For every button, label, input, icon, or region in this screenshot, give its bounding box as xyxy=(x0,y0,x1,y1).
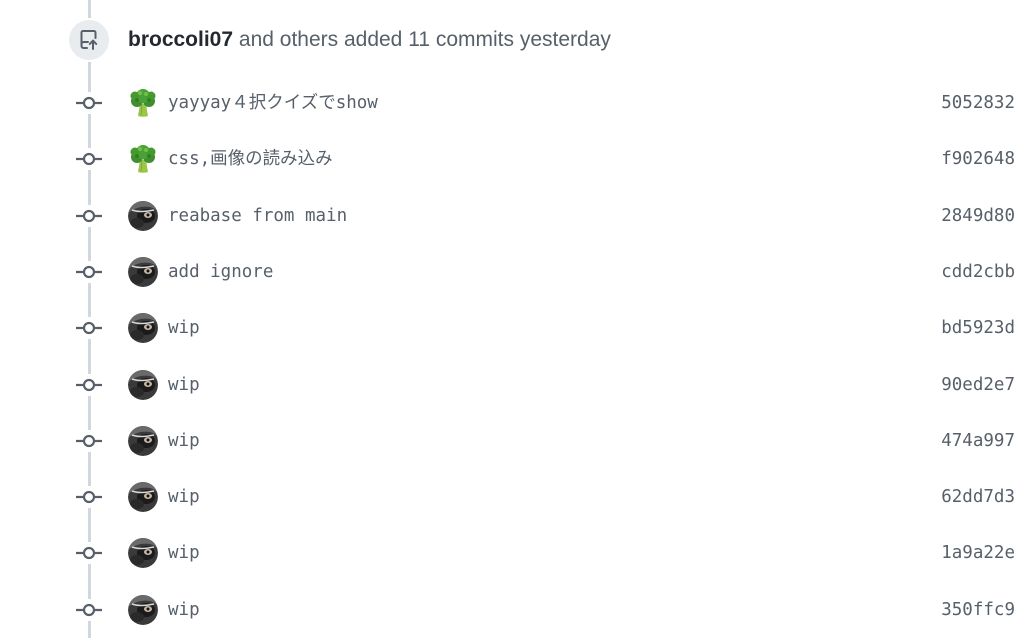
commit-row: wip 62dd7d3 xyxy=(0,477,1031,517)
commit-message-link[interactable]: wip xyxy=(168,599,200,621)
user-avatar[interactable] xyxy=(128,482,158,513)
git-commit-icon xyxy=(75,486,103,509)
commit-row: reabase from main 2849d80 xyxy=(0,196,1031,236)
commit-row: wip bd5923d xyxy=(0,308,1031,348)
git-commit-icon xyxy=(75,148,103,171)
git-commit-icon xyxy=(75,260,103,283)
repo-push-icon xyxy=(67,18,111,62)
push-event-summary: broccoli07 and others added 11 commits y… xyxy=(128,27,611,53)
commit-message-link[interactable]: wip xyxy=(168,374,200,396)
commit-message-link[interactable]: css,画像の読み込み xyxy=(168,148,333,170)
commit-row: wip 350ffc9 xyxy=(0,590,1031,630)
commit-message-link[interactable]: wip xyxy=(168,486,200,508)
git-commit-icon xyxy=(75,598,103,621)
git-commit-icon xyxy=(75,542,103,565)
broccoli-avatar[interactable] xyxy=(128,88,158,118)
commit-message-link[interactable]: wip xyxy=(168,542,200,564)
commit-message-link[interactable]: wip xyxy=(168,430,200,452)
commit-sha-link[interactable]: 90ed2e7 xyxy=(941,374,1015,396)
commit-sha-link[interactable]: cdd2cbb xyxy=(941,261,1015,283)
push-summary-text: and others added 11 commits yesterday xyxy=(238,28,611,51)
commit-sha-link[interactable]: f902648 xyxy=(941,148,1015,170)
commit-sha-link[interactable]: 2849d80 xyxy=(941,205,1015,227)
author-link[interactable]: broccoli07 xyxy=(128,28,233,51)
commit-sha-link[interactable]: 474a997 xyxy=(941,430,1015,452)
user-avatar[interactable] xyxy=(128,200,158,231)
commit-sha-link[interactable]: bd5923d xyxy=(941,317,1015,339)
git-commit-icon xyxy=(75,429,103,452)
commit-message-link[interactable]: add ignore xyxy=(168,261,273,283)
commit-sha-link[interactable]: 62dd7d3 xyxy=(941,486,1015,508)
commit-row: wip 474a997 xyxy=(0,421,1031,461)
commit-sha-link[interactable]: 350ffc9 xyxy=(941,599,1015,621)
git-commit-icon xyxy=(75,204,103,227)
commit-sha-link[interactable]: 5052832 xyxy=(941,92,1015,114)
git-commit-icon xyxy=(75,317,103,340)
commit-message-link[interactable]: wip xyxy=(168,317,200,339)
commit-sha-link[interactable]: 1a9a22e xyxy=(941,542,1015,564)
user-avatar[interactable] xyxy=(128,594,158,625)
broccoli-avatar[interactable] xyxy=(128,144,158,174)
user-avatar[interactable] xyxy=(128,425,158,456)
user-avatar[interactable] xyxy=(128,313,158,344)
git-commit-icon xyxy=(75,373,103,396)
commit-row: wip 90ed2e7 xyxy=(0,365,1031,405)
commit-row: add ignore cdd2cbb xyxy=(0,252,1031,292)
git-commit-icon xyxy=(75,92,103,114)
commit-row: css,画像の読み込み f902648 xyxy=(0,139,1031,179)
commit-message-link[interactable]: reabase from main xyxy=(168,205,347,227)
commit-message-link[interactable]: yayyay４択クイズでshow xyxy=(168,92,378,114)
commit-row: yayyay４択クイズでshow 5052832 xyxy=(0,83,1031,123)
commit-row: wip 1a9a22e xyxy=(0,533,1031,573)
push-event-header: broccoli07 and others added 11 commits y… xyxy=(0,0,1031,80)
user-avatar[interactable] xyxy=(128,256,158,287)
user-avatar[interactable] xyxy=(128,369,158,400)
user-avatar[interactable] xyxy=(128,538,158,569)
